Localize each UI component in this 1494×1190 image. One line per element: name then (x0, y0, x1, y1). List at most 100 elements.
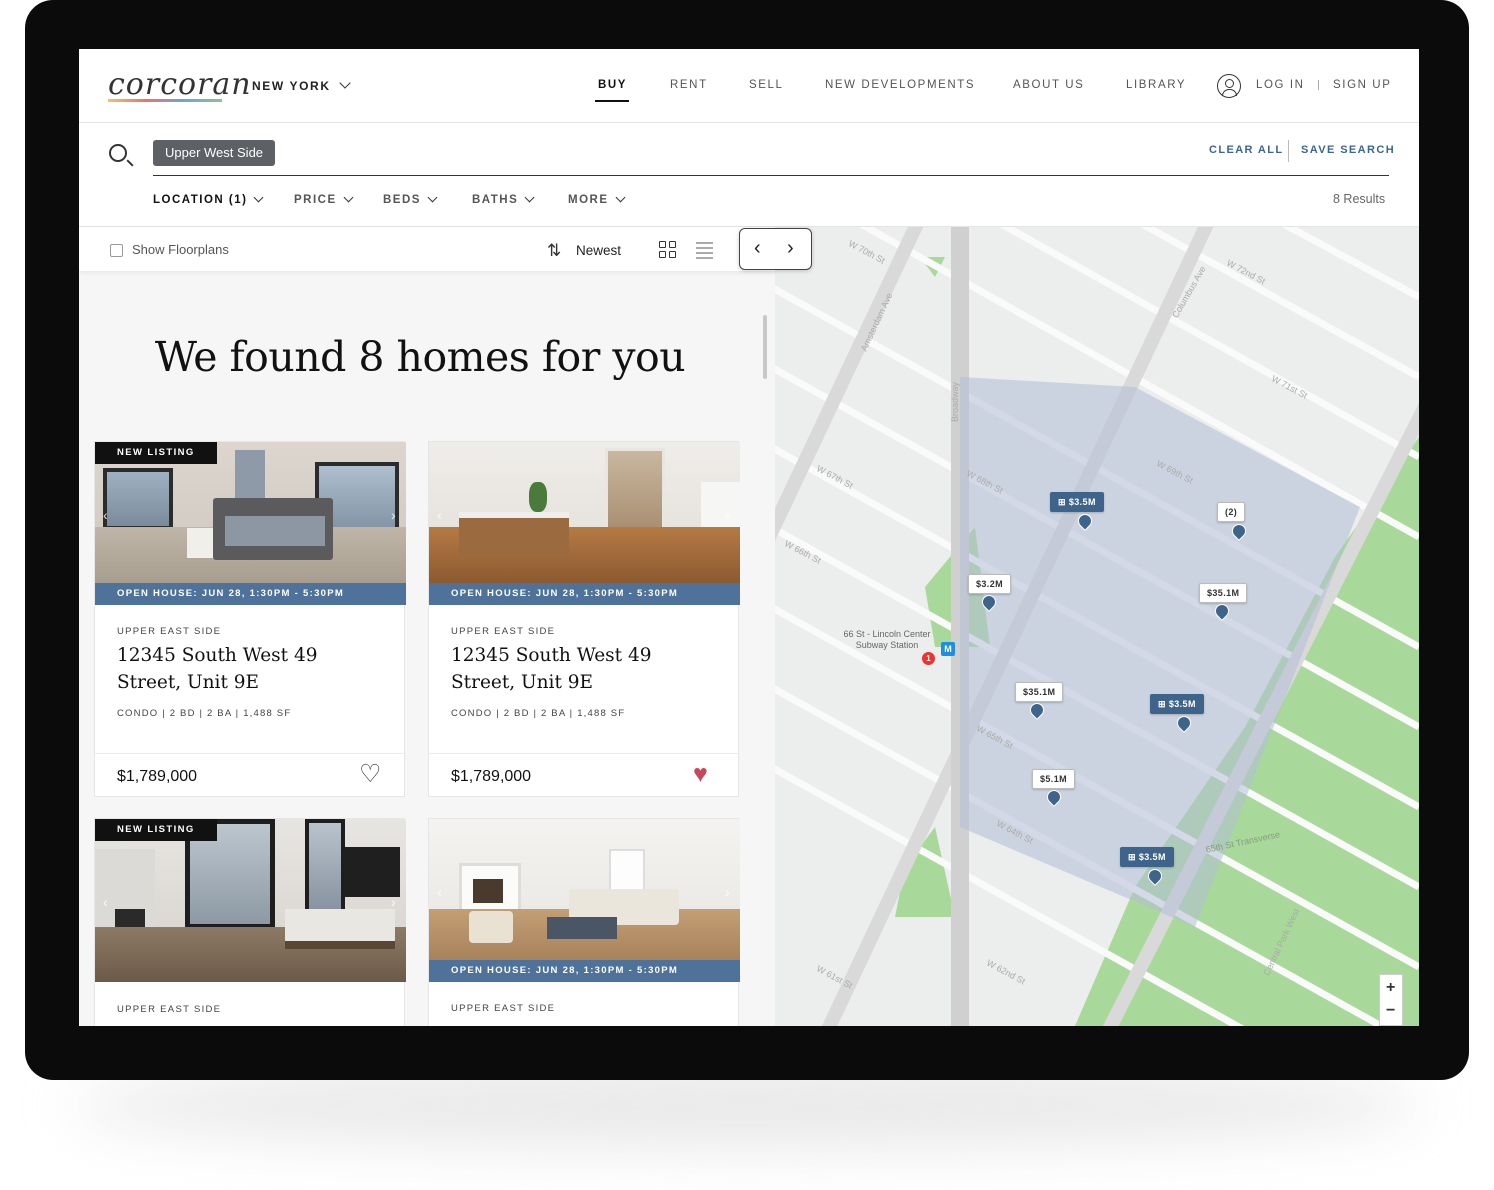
divider (1318, 80, 1319, 90)
site-header: corcoran NEW YORK BUY RENT SELL NEW DEVE… (79, 49, 1419, 123)
logo-underline (108, 99, 222, 102)
chevron-left-icon[interactable]: ‹ (754, 237, 761, 260)
signup-link[interactable]: SIGN UP (1333, 79, 1392, 91)
filter-location[interactable]: LOCATION (1) (153, 192, 264, 206)
chevron-down-icon (338, 77, 351, 89)
nav-active-underline (595, 100, 629, 102)
map-price-marker[interactable]: $35.1M (1199, 583, 1248, 603)
city-label: NEW YORK (252, 79, 331, 93)
heart-filled-icon[interactable]: ♥ (693, 762, 708, 787)
filter-label: BEDS (383, 194, 421, 206)
chevron-down-icon (615, 192, 625, 203)
list-toolbar: Show Floorplans ⇅ Newest (79, 227, 775, 271)
zoom-in-icon[interactable]: + (1386, 979, 1395, 997)
listings-panel: We found 8 homes for you ‹ › NEW LISTING… (79, 271, 775, 1026)
nav-sell[interactable]: SELL (749, 79, 784, 91)
listing-card[interactable]: ‹ › NEW LISTING OPEN HOUSE: JUN 28, 1:30… (94, 441, 406, 798)
chevron-down-icon (427, 192, 438, 203)
listing-card[interactable]: ‹ › NEW LISTING UPPER EAST SIDE (94, 818, 406, 1026)
listing-price: $1,789,000 (117, 768, 198, 785)
map-price-marker[interactable]: ⊞ $3.5M (1050, 492, 1104, 512)
zoom-out-icon[interactable]: − (1386, 1002, 1395, 1020)
chevron-down-icon (524, 192, 535, 203)
filter-label: LOCATION (1) (153, 194, 248, 206)
map-view[interactable]: W 70th St W 72nd St W 71st St W 69th St … (775, 227, 1419, 1026)
chevron-down-icon (254, 192, 264, 203)
chevron-left-icon[interactable]: ‹ (437, 507, 442, 523)
page-title: We found 8 homes for you (154, 333, 686, 381)
listing-address[interactable]: 12345 South West 49 Street, Unit 9E (117, 642, 387, 696)
show-floorplans-checkbox[interactable] (110, 244, 123, 257)
map-price-marker[interactable]: $3.2M (968, 574, 1012, 594)
subway-line-badge[interactable]: 1 (922, 652, 935, 665)
listing-neighborhood: UPPER EAST SIDE (117, 626, 222, 637)
filter-label: MORE (568, 194, 609, 206)
sort-icon[interactable]: ⇅ (547, 241, 561, 261)
listing-footer: $1,789,000 ♡ (95, 753, 406, 798)
filter-label: BATHS (472, 194, 519, 206)
chevron-down-icon (343, 192, 354, 203)
show-floorplans-label[interactable]: Show Floorplans (132, 242, 229, 257)
screen: corcoran NEW YORK BUY RENT SELL NEW DEVE… (79, 49, 1419, 1026)
chevron-right-icon[interactable]: › (391, 894, 396, 910)
list-view-icon[interactable] (696, 242, 713, 259)
map-price-marker[interactable]: ⊞ $3.5M (1150, 694, 1204, 714)
chevron-right-icon[interactable]: › (391, 507, 396, 523)
city-selector[interactable]: NEW YORK (252, 77, 351, 93)
heart-outline-icon[interactable]: ♡ (359, 762, 381, 787)
nav-new-developments[interactable]: NEW DEVELOPMENTS (825, 79, 975, 91)
save-search-button[interactable]: SAVE SEARCH (1301, 144, 1395, 156)
listing-price: $1,789,000 (451, 768, 532, 785)
listing-photo[interactable]: ‹ › (429, 819, 740, 960)
chevron-right-icon[interactable]: › (787, 237, 794, 260)
filter-price[interactable]: PRICE (294, 192, 354, 206)
filter-label: PRICE (294, 194, 337, 206)
open-house-banner: OPEN HOUSE: JUN 28, 1:30PM - 5:30PM (429, 960, 740, 982)
logo[interactable]: corcoran (108, 67, 252, 102)
open-house-banner: OPEN HOUSE: JUN 28, 1:30PM - 5:30PM (95, 583, 406, 605)
filter-baths[interactable]: BATHS (472, 192, 535, 206)
login-link[interactable]: LOG IN (1256, 79, 1305, 91)
nav-rent[interactable]: RENT (670, 79, 708, 91)
map-canvas (775, 227, 1419, 1026)
map-price-marker[interactable]: ⊞ $3.5M (1120, 847, 1174, 867)
open-house-banner: OPEN HOUSE: JUN 28, 1:30PM - 5:30PM (429, 583, 740, 605)
chevron-right-icon[interactable]: › (725, 507, 730, 523)
scrollbar[interactable] (763, 315, 767, 379)
chevron-left-icon[interactable]: ‹ (103, 894, 108, 910)
listing-neighborhood: UPPER EAST SIDE (451, 1003, 556, 1014)
location-chip[interactable]: Upper West Side (153, 140, 276, 166)
street-label: Broadway (950, 381, 961, 423)
listing-neighborhood: UPPER EAST SIDE (451, 626, 556, 637)
nav-buy[interactable]: BUY (598, 79, 627, 91)
listing-neighborhood: UPPER EAST SIDE (117, 1004, 222, 1015)
nav-about-us[interactable]: ABOUT US (1013, 79, 1084, 91)
listing-card[interactable]: ‹ › OPEN HOUSE: JUN 28, 1:30PM - 5:30PM … (428, 441, 740, 798)
search-input-underline (153, 175, 1389, 176)
listing-specs: CONDO | 2 BD | 2 BA | 1,488 SF (451, 708, 626, 719)
nav-library[interactable]: LIBRARY (1126, 79, 1186, 91)
filter-beds[interactable]: BEDS (383, 192, 438, 206)
listing-address[interactable]: 12345 South West 49 Street, Unit 9E (451, 642, 721, 696)
sort-selector[interactable]: Newest (576, 243, 621, 258)
map-cluster-marker[interactable]: (2) (1217, 502, 1246, 522)
clear-all-button[interactable]: CLEAR ALL (1209, 144, 1284, 156)
listing-footer: $1,789,000 ♥ (429, 753, 740, 798)
listing-card[interactable]: ‹ › OPEN HOUSE: JUN 28, 1:30PM - 5:30PM … (428, 818, 740, 1026)
chevron-left-icon[interactable]: ‹ (437, 884, 442, 900)
grid-view-icon[interactable] (659, 241, 677, 259)
chevron-right-icon[interactable]: › (725, 884, 730, 900)
filter-more[interactable]: MORE (568, 192, 625, 206)
subway-icon[interactable]: M (941, 642, 955, 656)
panel-toggle[interactable]: ‹ › (739, 228, 812, 270)
divider (1288, 140, 1289, 162)
chevron-left-icon[interactable]: ‹ (103, 507, 108, 523)
subway-station-label: 66 St - Lincoln Center Subway Station (843, 629, 931, 650)
map-price-marker[interactable]: $5.1M (1032, 769, 1076, 789)
search-icon[interactable] (109, 144, 127, 162)
listing-photo[interactable]: ‹ › (429, 442, 740, 583)
user-icon[interactable] (1217, 74, 1241, 98)
map-zoom-control[interactable]: + − (1379, 974, 1403, 1026)
listing-photo[interactable]: ‹ › (95, 819, 406, 982)
map-price-marker[interactable]: $35.1M (1015, 682, 1064, 702)
